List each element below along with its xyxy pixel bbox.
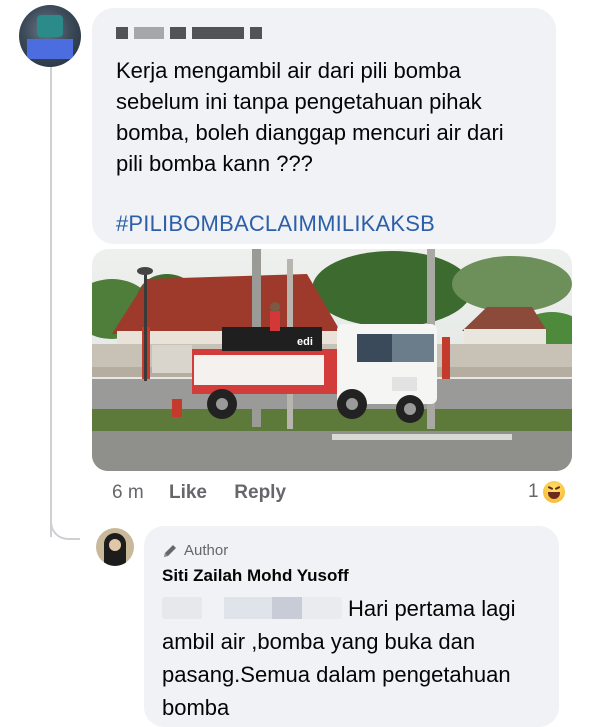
reaction-summary[interactable]: 1 [528,481,565,503]
comment-photo[interactable]: edi [92,249,572,471]
comment-timestamp[interactable]: 6 m [112,482,144,503]
truck-label: edi [297,336,313,348]
author-badge: Author [162,542,228,559]
redacted-commenter-name [116,26,268,39]
hashtag-link[interactable]: #PILIBOMBACLAIMMILIKAKSB [116,211,435,237]
reaction-count: 1 [528,481,539,502]
thread-line [50,67,52,537]
reply-bubble: Author Siti Zailah Mohd Yusoff Hari pert… [144,526,559,727]
commenter-avatar[interactable] [19,5,81,67]
author-badge-label: Author [184,542,229,559]
pencil-icon [164,544,176,557]
author-name[interactable]: Siti Zailah Mohd Yusoff [162,566,349,586]
haha-icon [542,481,565,503]
redacted-mention[interactable] [162,597,342,619]
reply-text-block: Hari pertama lagi ambil air ,bomba yang … [162,592,554,724]
author-avatar[interactable] [96,528,134,566]
like-button[interactable]: Like [169,482,207,503]
comment-actions: 6 m Like Reply [112,482,308,504]
comment-text: Kerja mengambil air dari pili bomba sebe… [116,58,504,176]
reply-button[interactable]: Reply [234,482,286,503]
thread-connector [50,510,80,540]
comment-bubble: Kerja mengambil air dari pili bomba sebe… [92,8,556,244]
